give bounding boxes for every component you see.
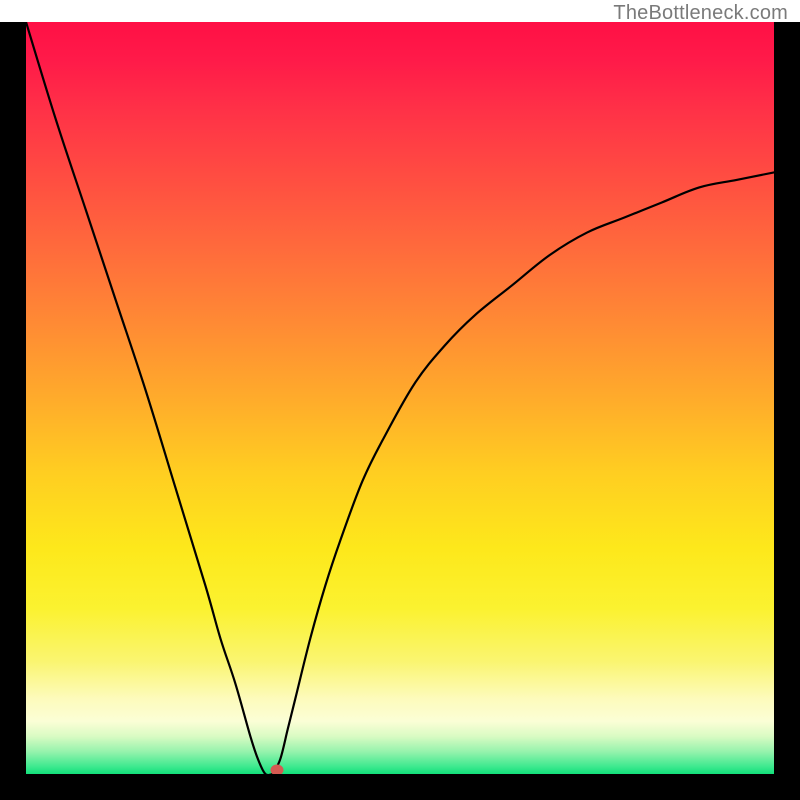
plot-area xyxy=(26,22,774,774)
watermark-text: TheBottleneck.com xyxy=(613,2,788,25)
bottleneck-marker xyxy=(270,765,283,774)
chart-root: TheBottleneck.com xyxy=(0,0,800,800)
curve-left xyxy=(26,22,273,774)
bottleneck-curve xyxy=(26,22,774,774)
chart-frame xyxy=(0,22,800,800)
curve-right xyxy=(273,172,774,774)
